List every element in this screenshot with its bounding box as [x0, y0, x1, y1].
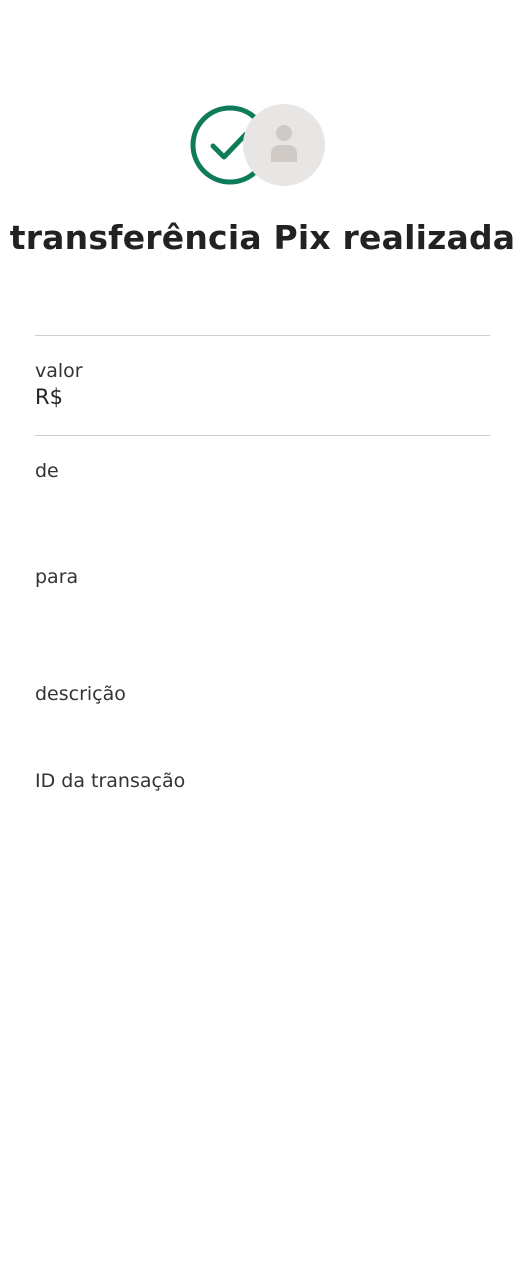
- person-icon: [271, 125, 297, 162]
- amount-value: R$: [35, 385, 63, 409]
- to-label: para: [35, 566, 79, 588]
- transaction-id-label: ID da transação: [35, 770, 186, 792]
- amount-label: valor: [35, 360, 83, 382]
- description-label: descrição: [35, 683, 126, 705]
- divider: [35, 335, 490, 336]
- divider: [35, 435, 490, 436]
- from-label: de: [35, 460, 59, 482]
- page-title: transferência Pix realizada: [9, 218, 516, 257]
- transfer-status-graphic: [189, 104, 329, 188]
- avatar: [243, 104, 325, 186]
